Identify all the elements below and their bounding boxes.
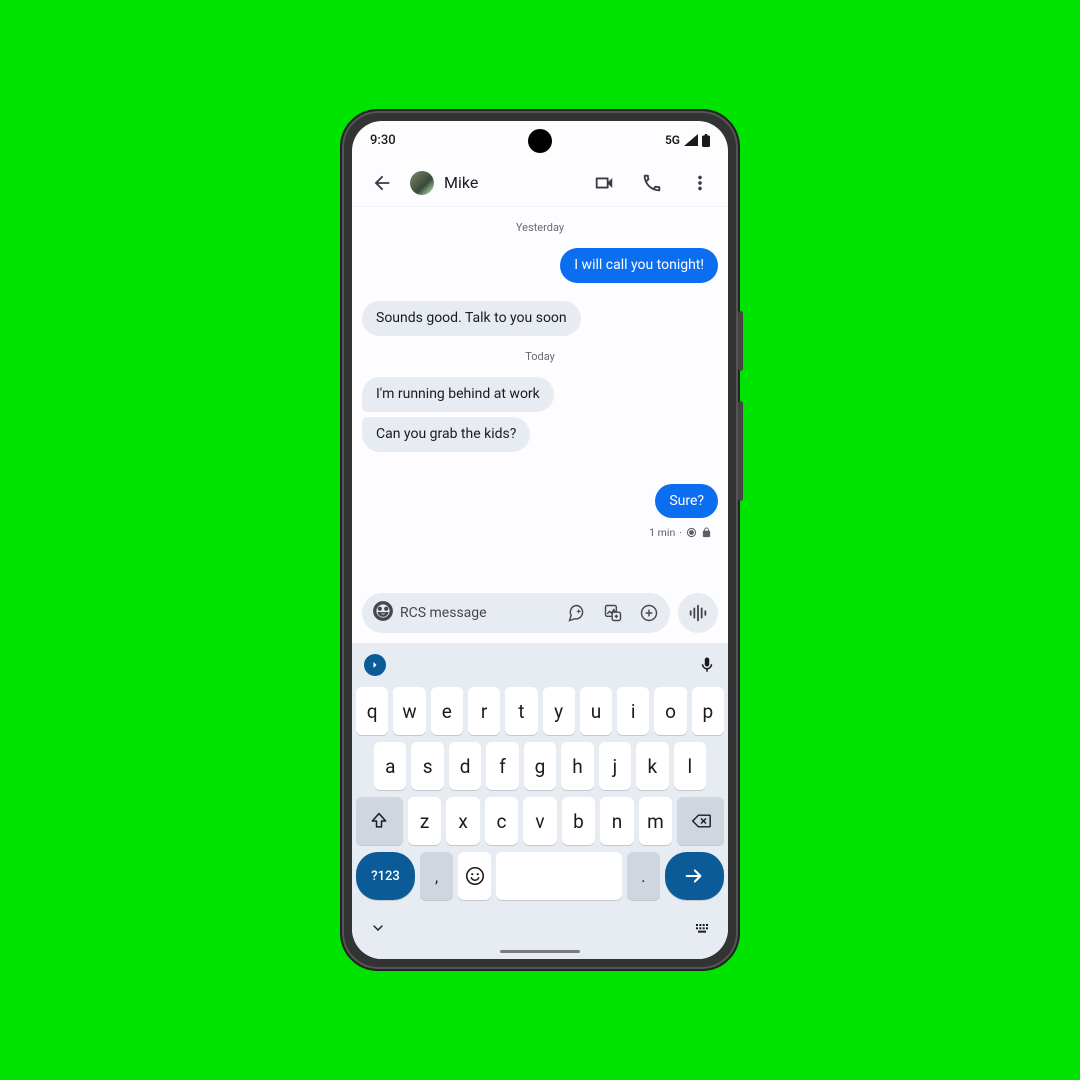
lock-icon: [701, 527, 712, 538]
home-indicator[interactable]: [500, 950, 580, 953]
key-a[interactable]: a: [374, 742, 406, 790]
conversation-header: Mike: [352, 159, 728, 207]
key-y[interactable]: y: [543, 687, 575, 735]
gallery-icon: [603, 603, 623, 623]
keyboard-row: qwertyuiop: [356, 687, 724, 735]
message-out[interactable]: Sure?: [655, 484, 718, 519]
message-meta: 1 min ·: [649, 526, 718, 539]
keyboard-row: zxcvbnm: [356, 797, 724, 845]
keyboard-expand-button[interactable]: [364, 654, 386, 676]
emoji-icon: [372, 600, 394, 622]
emoji-icon: [464, 865, 486, 887]
message-timestamp: 1 min: [649, 526, 675, 539]
key-v[interactable]: v: [523, 797, 556, 845]
phone-frame: 9:30 5G Mike Yest: [340, 109, 740, 971]
key-o[interactable]: o: [654, 687, 686, 735]
more-vert-icon: [689, 172, 711, 194]
space-key[interactable]: [496, 852, 621, 900]
comma-key[interactable]: ,: [420, 852, 453, 900]
message-input[interactable]: RCS message: [362, 593, 670, 633]
enter-key[interactable]: [665, 852, 724, 900]
status-network: 5G: [665, 133, 680, 147]
key-i[interactable]: i: [617, 687, 649, 735]
message-input-placeholder: RCS message: [400, 605, 556, 621]
key-w[interactable]: w: [393, 687, 425, 735]
keyboard-row: asdfghjkl: [356, 742, 724, 790]
phone-icon: [641, 172, 663, 194]
arrow-left-icon: [371, 172, 393, 194]
avatar[interactable]: [410, 171, 434, 195]
video-call-button[interactable]: [584, 163, 624, 203]
composer: RCS message: [352, 587, 728, 643]
voice-call-button[interactable]: [632, 163, 672, 203]
shift-icon: [369, 811, 389, 831]
back-button[interactable]: [362, 163, 402, 203]
key-e[interactable]: e: [431, 687, 463, 735]
voice-message-button[interactable]: [678, 593, 718, 633]
video-icon: [593, 172, 615, 194]
day-separator: Yesterday: [362, 213, 718, 242]
keyboard: qwertyuiop asdfghjkl zxcvbnm ?123 ,: [352, 643, 728, 959]
message-in[interactable]: I'm running behind at work: [362, 377, 554, 412]
key-u[interactable]: u: [580, 687, 612, 735]
messages-list[interactable]: Yesterday I will call you tonight! Sound…: [352, 207, 728, 587]
symbols-key[interactable]: ?123: [356, 852, 415, 900]
contact-name[interactable]: Mike: [444, 173, 576, 192]
key-t[interactable]: t: [505, 687, 537, 735]
keyboard-row: ?123 , .: [356, 852, 724, 900]
key-c[interactable]: c: [485, 797, 518, 845]
signal-icon: [684, 134, 698, 146]
delivered-icon: [686, 527, 697, 538]
keyboard-switch-icon[interactable]: [694, 920, 710, 936]
phone-side-button: [738, 401, 743, 501]
key-b[interactable]: b: [562, 797, 595, 845]
key-m[interactable]: m: [639, 797, 672, 845]
keyboard-nav-bar: [352, 906, 728, 950]
arrow-right-icon: [683, 865, 705, 887]
period-key[interactable]: .: [627, 852, 660, 900]
gallery-button[interactable]: [598, 603, 628, 623]
emoji-picker-button[interactable]: [372, 600, 394, 626]
camera-notch: [528, 129, 552, 153]
message-in[interactable]: Can you grab the kids?: [362, 417, 530, 452]
more-button[interactable]: [680, 163, 720, 203]
key-f[interactable]: f: [486, 742, 518, 790]
backspace-icon: [691, 811, 711, 831]
magic-compose-button[interactable]: [562, 603, 592, 623]
key-s[interactable]: s: [411, 742, 443, 790]
emoji-key[interactable]: [458, 852, 491, 900]
key-g[interactable]: g: [524, 742, 556, 790]
key-x[interactable]: x: [446, 797, 479, 845]
phone-side-button: [738, 311, 743, 371]
add-button[interactable]: [634, 603, 664, 623]
chevron-right-icon: [369, 659, 381, 671]
chevron-down-icon[interactable]: [370, 920, 386, 936]
key-q[interactable]: q: [356, 687, 388, 735]
backspace-key[interactable]: [677, 797, 724, 845]
key-z[interactable]: z: [408, 797, 441, 845]
key-k[interactable]: k: [636, 742, 668, 790]
key-d[interactable]: d: [449, 742, 481, 790]
key-h[interactable]: h: [561, 742, 593, 790]
key-n[interactable]: n: [600, 797, 633, 845]
key-p[interactable]: p: [692, 687, 724, 735]
shift-key[interactable]: [356, 797, 403, 845]
key-r[interactable]: r: [468, 687, 500, 735]
key-j[interactable]: j: [599, 742, 631, 790]
waveform-icon: [687, 602, 709, 624]
sparkle-reply-icon: [567, 603, 587, 623]
mic-icon[interactable]: [698, 656, 716, 674]
message-out[interactable]: I will call you tonight!: [560, 248, 718, 283]
day-separator: Today: [362, 342, 718, 371]
key-l[interactable]: l: [674, 742, 706, 790]
plus-circle-icon: [639, 603, 659, 623]
message-in[interactable]: Sounds good. Talk to you soon: [362, 301, 581, 336]
battery-icon: [702, 134, 710, 147]
status-time: 9:30: [370, 133, 396, 148]
